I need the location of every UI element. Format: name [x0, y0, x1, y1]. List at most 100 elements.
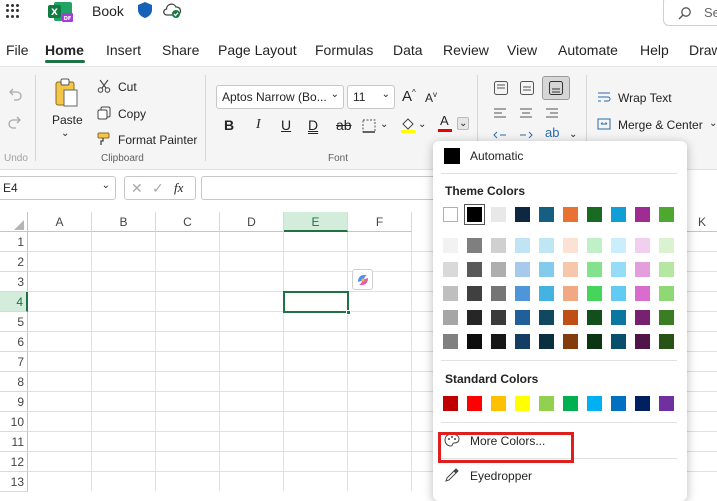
theme-shade-swatch[interactable]: [611, 262, 626, 277]
theme-shade-swatch[interactable]: [539, 238, 554, 253]
standard-color-swatch[interactable]: [611, 396, 626, 411]
redo-icon[interactable]: [7, 115, 23, 129]
workbook-title[interactable]: Book: [92, 3, 124, 19]
theme-color-swatch[interactable]: [443, 207, 458, 222]
standard-color-swatch[interactable]: [659, 396, 674, 411]
tab-view[interactable]: View: [507, 42, 537, 58]
paste-chevron-icon[interactable]: ⌄: [61, 128, 69, 139]
bold-icon[interactable]: B: [224, 117, 234, 133]
row-header-3[interactable]: 3: [0, 272, 28, 292]
theme-shade-swatch[interactable]: [635, 286, 650, 301]
row-header-9[interactable]: 9: [0, 392, 28, 412]
standard-color-swatch[interactable]: [491, 396, 506, 411]
theme-color-swatch[interactable]: [539, 207, 554, 222]
theme-shade-swatch[interactable]: [443, 238, 458, 253]
theme-shade-swatch[interactable]: [563, 286, 578, 301]
search-box[interactable]: Se: [663, 0, 717, 26]
bottom-align-button[interactable]: [542, 76, 570, 100]
theme-shade-swatch[interactable]: [563, 262, 578, 277]
chevron-down-icon[interactable]: ⌄: [380, 119, 388, 130]
theme-shade-swatch[interactable]: [587, 286, 602, 301]
font-name-select[interactable]: Aptos Narrow (Bo... ⌄: [216, 85, 344, 109]
theme-shade-swatch[interactable]: [443, 262, 458, 277]
orientation-icon[interactable]: ab: [545, 125, 559, 140]
theme-shade-swatch[interactable]: [611, 334, 626, 349]
theme-color-swatch[interactable]: [635, 207, 650, 222]
theme-shade-swatch[interactable]: [467, 262, 482, 277]
theme-shade-swatch[interactable]: [515, 286, 530, 301]
row-header-12[interactable]: 12: [0, 452, 28, 472]
align-center-icon[interactable]: [519, 107, 533, 119]
saved-to-cloud-icon[interactable]: [162, 2, 182, 20]
theme-shade-swatch[interactable]: [587, 334, 602, 349]
column-header-a[interactable]: A: [28, 212, 92, 232]
row-header-2[interactable]: 2: [0, 252, 28, 272]
theme-shade-swatch[interactable]: [587, 310, 602, 325]
row-header-7[interactable]: 7: [0, 352, 28, 372]
paste-button[interactable]: Paste: [52, 113, 83, 127]
theme-shade-swatch[interactable]: [659, 238, 674, 253]
tab-data[interactable]: Data: [393, 42, 423, 58]
tab-share[interactable]: Share: [162, 42, 199, 58]
column-header-d[interactable]: D: [220, 212, 284, 232]
theme-color-swatch[interactable]: [611, 207, 626, 222]
name-box[interactable]: E4 ⌄: [0, 176, 116, 200]
standard-color-swatch[interactable]: [587, 396, 602, 411]
theme-shade-swatch[interactable]: [635, 238, 650, 253]
theme-color-swatch[interactable]: [659, 207, 674, 222]
theme-shade-swatch[interactable]: [467, 310, 482, 325]
theme-shade-swatch[interactable]: [659, 286, 674, 301]
tab-page-layout[interactable]: Page Layout: [218, 42, 297, 58]
row-header-13[interactable]: 13: [0, 472, 28, 492]
automatic-option[interactable]: Automatic: [470, 149, 523, 163]
theme-shade-swatch[interactable]: [491, 286, 506, 301]
theme-shade-swatch[interactable]: [491, 262, 506, 277]
column-header-e[interactable]: E: [284, 212, 348, 232]
underline-icon[interactable]: U: [281, 117, 291, 133]
theme-shade-swatch[interactable]: [443, 334, 458, 349]
chevron-down-icon[interactable]: ⌄: [709, 118, 717, 129]
column-header-b[interactable]: B: [92, 212, 156, 232]
wrap-text-button[interactable]: Wrap Text: [618, 91, 672, 105]
theme-shade-swatch[interactable]: [587, 238, 602, 253]
theme-shade-swatch[interactable]: [635, 334, 650, 349]
font-color-dropdown-chevron-icon[interactable]: ⌄: [457, 117, 470, 130]
theme-shade-swatch[interactable]: [515, 310, 530, 325]
standard-color-swatch[interactable]: [467, 396, 482, 411]
standard-color-swatch[interactable]: [563, 396, 578, 411]
theme-shade-swatch[interactable]: [491, 334, 506, 349]
theme-shade-swatch[interactable]: [515, 262, 530, 277]
confirm-icon[interactable]: ✓: [152, 180, 164, 197]
row-header-10[interactable]: 10: [0, 412, 28, 432]
theme-shade-swatch[interactable]: [563, 334, 578, 349]
theme-shade-swatch[interactable]: [443, 310, 458, 325]
selected-cell-e4[interactable]: [283, 291, 351, 315]
standard-color-swatch[interactable]: [443, 396, 458, 411]
increase-font-size-icon[interactable]: A^: [402, 88, 416, 105]
theme-color-swatch[interactable]: [491, 207, 506, 222]
strikethrough-icon[interactable]: ab: [336, 117, 352, 133]
undo-icon[interactable]: [7, 87, 23, 101]
align-right-icon[interactable]: [545, 107, 559, 119]
theme-shade-swatch[interactable]: [611, 310, 626, 325]
theme-shade-swatch[interactable]: [467, 334, 482, 349]
increase-indent-icon[interactable]: [519, 129, 533, 141]
top-align-icon[interactable]: [493, 80, 509, 96]
standard-color-swatch[interactable]: [515, 396, 530, 411]
chevron-down-icon[interactable]: ⌄: [418, 119, 426, 130]
chevron-down-icon[interactable]: ⌄: [569, 129, 577, 140]
tab-file[interactable]: File: [6, 42, 29, 58]
theme-shade-swatch[interactable]: [611, 238, 626, 253]
row-header-8[interactable]: 8: [0, 372, 28, 392]
theme-shade-swatch[interactable]: [491, 238, 506, 253]
row-header-5[interactable]: 5: [0, 312, 28, 332]
tab-formulas[interactable]: Formulas: [315, 42, 373, 58]
select-all-corner[interactable]: [0, 212, 28, 232]
theme-shade-swatch[interactable]: [539, 286, 554, 301]
row-header-4[interactable]: 4: [0, 292, 28, 312]
italic-icon[interactable]: I: [256, 117, 261, 133]
theme-shade-swatch[interactable]: [587, 262, 602, 277]
theme-shade-swatch[interactable]: [611, 286, 626, 301]
format-painter-button[interactable]: Format Painter: [118, 133, 197, 147]
theme-shade-swatch[interactable]: [515, 334, 530, 349]
